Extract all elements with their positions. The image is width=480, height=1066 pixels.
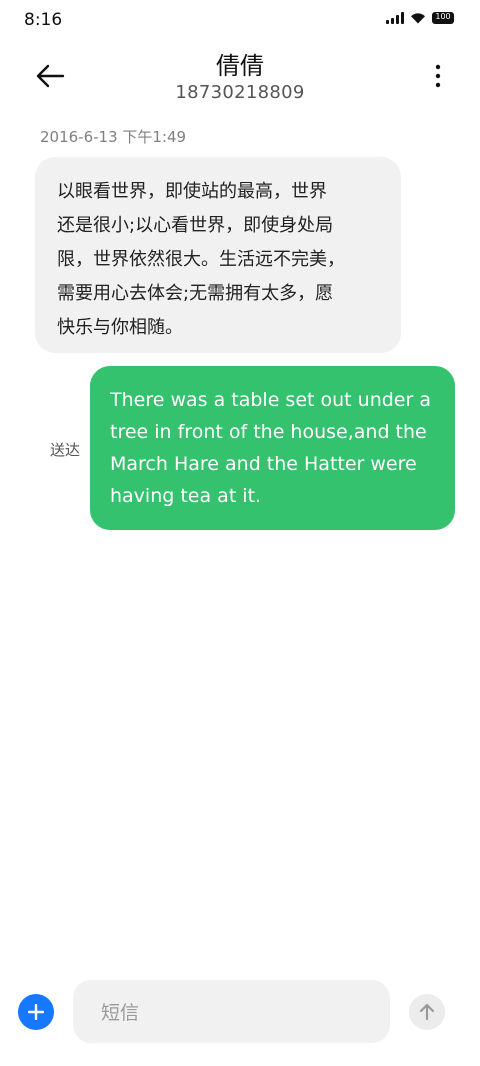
incoming-message-bubble[interactable]: 以眼看世界，即使站的最高，世界 还是很小;以心看世界，即使身处局 限，世界依然很…	[35, 157, 401, 353]
status-time: 8:16	[24, 10, 63, 30]
message-line: having tea at it.	[110, 485, 262, 507]
battery-icon: 100	[432, 12, 454, 24]
message-line: tree in front of the house,and the	[110, 421, 427, 443]
outgoing-message-bubble[interactable]: There was a table set out under a tree i…	[90, 366, 455, 530]
wifi-icon	[411, 13, 425, 24]
message-line: 需要用心去体会;无需拥有太多，愿	[57, 283, 334, 304]
contact-number: 18730218809	[175, 82, 305, 103]
message-input-placeholder: 短信	[101, 1002, 140, 1024]
more-options-button[interactable]	[422, 56, 454, 96]
battery-level: 100	[435, 12, 451, 21]
send-button[interactable]	[409, 994, 445, 1030]
delivery-status: 送达	[50, 441, 81, 459]
message-line: 快乐与你相随。	[57, 317, 183, 338]
incoming-message-text: 以眼看世界，即使站的最高，世界 还是很小;以心看世界，即使身处局 限，世界依然很…	[57, 175, 379, 345]
arrow-up-icon	[419, 1003, 435, 1021]
contact-name: 倩倩	[216, 52, 264, 80]
message-line: March Hare and the Hatter were	[110, 453, 417, 475]
outgoing-message-text: There was a table set out under a tree i…	[110, 384, 435, 512]
signal-icon	[386, 12, 404, 24]
message-input[interactable]: 短信	[73, 980, 390, 1043]
conversation-header: 倩倩 18730218809	[0, 40, 480, 116]
status-bar: 8:16 100	[0, 0, 480, 40]
status-icons: 100	[386, 12, 454, 24]
plus-icon	[28, 1004, 44, 1020]
message-timestamp: 2016-6-13 下午1:49	[40, 128, 187, 146]
more-vertical-icon	[435, 64, 441, 88]
message-line: There was a table set out under a	[110, 389, 431, 411]
message-line: 以眼看世界，即使站的最高，世界	[57, 181, 327, 202]
message-line: 还是很小;以心看世界，即使身处局	[57, 215, 334, 236]
add-attachment-button[interactable]	[18, 994, 54, 1030]
message-line: 限，世界依然很大。生活远不完美，	[57, 249, 345, 270]
